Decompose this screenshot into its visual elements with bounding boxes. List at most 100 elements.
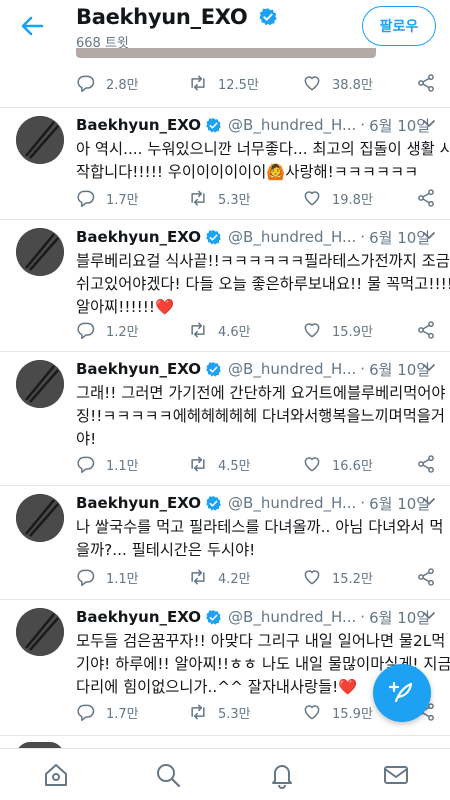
previous-tweet-actions: 2.8만 12.5만 38.8만 (0, 62, 450, 108)
compose-tweet-button[interactable] (373, 664, 431, 722)
share-button[interactable] (416, 70, 436, 96)
media-preview-edge (76, 48, 376, 58)
retweet-button[interactable]: 12.5만 (188, 70, 259, 96)
tweet-author-handle: @B_hundred_H... (228, 608, 357, 626)
caret-down-icon[interactable] (422, 608, 436, 622)
like-icon (304, 570, 320, 585)
caret-down-icon[interactable] (422, 494, 436, 508)
tweet-text-line: 쉬고있어야겠다! 다들 오늘 좋은하루보내요!! 물 꼭먹고!!!! (76, 275, 450, 293)
tweet[interactable]: Baekhyun_EXO @B_hundred_H... · 6월 10일 나 … (0, 486, 450, 600)
like-button[interactable]: 38.8만 (302, 70, 373, 96)
tweet-date: 6월 10일 (369, 228, 431, 247)
avatar[interactable] (16, 116, 64, 164)
share-button[interactable] (416, 564, 436, 590)
nav-notifications[interactable] (268, 761, 296, 789)
back-arrow-icon[interactable] (18, 12, 46, 40)
reply-button[interactable]: 1.1만 (76, 451, 139, 477)
share-button[interactable] (416, 451, 436, 477)
tweet-author-handle: @B_hundred_H... (228, 360, 357, 378)
avatar[interactable] (16, 360, 64, 408)
reply-button[interactable]: 2.8만 (76, 70, 139, 96)
tweet[interactable]: Baekhyun_EXO @B_hundred_H... · 6월 10일 블루… (0, 220, 450, 352)
tweet-date: 6월 10일 (369, 360, 431, 379)
reply-count: 1.7만 (106, 706, 139, 722)
retweet-button[interactable]: 4.5만 (188, 451, 251, 477)
tweet-date: 6월 10일 (369, 608, 431, 627)
like-icon (304, 457, 320, 472)
reply-button[interactable]: 1.1만 (76, 564, 139, 590)
separator-dot: · (360, 494, 366, 512)
nav-home[interactable] (42, 761, 70, 789)
like-button[interactable]: 15.2만 (302, 564, 373, 590)
reply-button[interactable]: 1.7만 (76, 699, 139, 725)
nav-messages[interactable] (382, 761, 410, 789)
like-button[interactable]: 15.9만 (302, 699, 373, 725)
caret-down-icon[interactable] (422, 228, 436, 242)
share-icon (418, 321, 434, 339)
tweet-text: 아 역시.... 누워있으니깐 너무좋다... 최고의 집돌이 생활 시 작합니… (76, 138, 450, 184)
caret-down-icon[interactable] (422, 116, 436, 130)
avatar[interactable] (16, 608, 64, 656)
bottom-navigation (0, 748, 450, 800)
retweet-icon (191, 569, 205, 585)
retweet-count: 4.2만 (218, 571, 251, 587)
avatar[interactable] (16, 228, 64, 276)
retweet-count: 5.3만 (218, 706, 251, 722)
like-icon (304, 323, 320, 338)
retweet-count: 5.3만 (218, 192, 251, 208)
retweet-button[interactable]: 4.6만 (188, 317, 251, 343)
reply-icon (77, 569, 95, 587)
reply-button[interactable]: 1.2만 (76, 317, 139, 343)
retweet-count: 4.6만 (218, 324, 251, 340)
like-button[interactable]: 16.6만 (302, 451, 373, 477)
nav-search[interactable] (154, 761, 182, 789)
like-button[interactable]: 19.8만 (302, 185, 373, 211)
retweet-count: 12.5만 (218, 77, 259, 93)
tweet-author-handle: @B_hundred_H... (228, 494, 357, 512)
reply-button[interactable]: 1.7만 (76, 185, 139, 211)
verified-badge-icon (259, 8, 278, 26)
tweet[interactable]: Baekhyun_EXO @B_hundred_H... · 6월 10일 그래… (0, 352, 450, 486)
retweet-button[interactable]: 4.2만 (188, 564, 251, 590)
tweet[interactable]: Baekhyun_EXO @B_hundred_H... · 6월 10일 모두… (0, 600, 450, 736)
like-button[interactable]: 15.9만 (302, 317, 373, 343)
profile-name: Baekhyun_EXO (76, 5, 284, 29)
share-icon (418, 455, 434, 473)
tweet-actions: 1.2만 4.6만 15.9만 (0, 317, 450, 343)
follow-button[interactable]: 팔로우 (362, 6, 436, 46)
reply-count: 1.1만 (106, 571, 139, 587)
reply-count: 1.1만 (106, 458, 139, 474)
retweet-button[interactable]: 5.3만 (188, 699, 251, 725)
tweet-text-line: 징!!ㅋㅋㅋㅋㅋ에헤헤헤헤헤 다녀와서행복을느끼며먹을거 (76, 407, 445, 425)
retweet-icon (191, 322, 205, 338)
tweet-actions: 1.1만 4.5만 16.6만 (0, 451, 450, 477)
like-count: 15.2만 (332, 571, 373, 587)
retweet-button[interactable]: 5.3만 (188, 185, 251, 211)
share-icon (418, 568, 434, 586)
tweet-text-line: 아 역시.... 누워있으니깐 너무좋다... 최고의 집돌이 생활 시 (76, 140, 450, 158)
tweet-actions: 1.7만 5.3만 19.8만 (0, 185, 450, 211)
avatar[interactable] (16, 494, 64, 542)
tweet-text-line: 작합니다!!!!! 우이이이이이이🙆사랑해!ㅋㅋㅋㅋㅋㅋ (76, 163, 419, 181)
reply-icon (77, 322, 95, 340)
tweet-author-name: Baekhyun_EXO (76, 494, 202, 512)
like-count: 15.9만 (332, 324, 373, 340)
tweet-author-name: Baekhyun_EXO (76, 360, 202, 378)
share-button[interactable] (416, 317, 436, 343)
tweet-author-handle: @B_hundred_H... (228, 116, 357, 134)
tweet-author-name: Baekhyun_EXO (76, 116, 202, 134)
reply-icon (77, 456, 95, 474)
verified-badge-icon (206, 229, 221, 245)
like-count: 15.9만 (332, 706, 373, 722)
verified-badge-icon (206, 117, 221, 133)
share-icon (418, 74, 434, 92)
caret-down-icon[interactable] (422, 360, 436, 374)
retweet-icon (191, 704, 205, 720)
tweet-text-line: 을까?... 필테시간은 두시야! (76, 541, 256, 559)
share-button[interactable] (416, 185, 436, 211)
tweet[interactable]: Baekhyun_EXO @B_hundred_H... · 6월 10일 아 … (0, 108, 450, 220)
tweet-text-line: 나 쌀국수를 먹고 필라테스를 다녀올까.. 아님 다녀와서 먹 (76, 518, 444, 536)
reply-icon (77, 75, 95, 93)
compose-icon (388, 681, 413, 703)
tweet-text-line: 야! (76, 430, 97, 448)
